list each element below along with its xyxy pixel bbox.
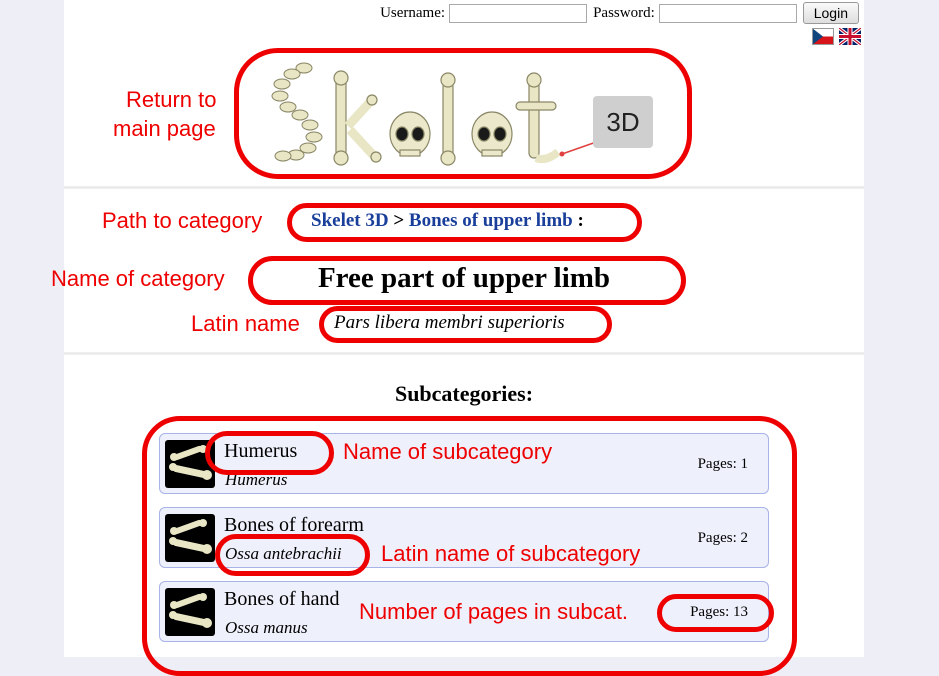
subcategory-name[interactable]: Bones of forearm: [224, 514, 364, 537]
bone-t-icon: [515, 72, 561, 164]
skull-icon-2: [471, 111, 513, 157]
breadcrumb: Skelet 3D > Bones of upper limb :: [311, 210, 584, 232]
bone-k-icon: [333, 70, 382, 166]
username-input[interactable]: [449, 3, 588, 23]
annotation-return-line1: Return to: [126, 87, 217, 112]
bones-thumbnail-icon: [165, 440, 215, 488]
annotation-path: Path to category: [102, 208, 263, 233]
annotation-page-count: Number of pages in subcat.: [359, 599, 629, 624]
bone-l-icon: [440, 72, 456, 166]
uk-flag-icon[interactable]: [839, 28, 861, 45]
annotation-subcategory-latin: Latin name of subcategory: [381, 541, 641, 566]
bones-thumbnail-icon: [165, 514, 215, 562]
login-button[interactable]: Login: [802, 2, 859, 24]
category-latin-name: Pars libera membri superioris: [334, 312, 565, 333]
subcategory-latin-name: Ossa antebrachii: [225, 544, 342, 563]
divider: [64, 186, 864, 189]
password-label: Password:: [593, 4, 655, 21]
bones-thumbnail-icon: [165, 588, 215, 636]
annotation-category-name: Name of category: [51, 266, 225, 291]
breadcrumb-separator: >: [393, 210, 405, 231]
subcategory-page-count: Pages: 2: [697, 530, 748, 546]
subcategory-latin-name: Humerus: [225, 470, 288, 489]
subcategory-page-count: Pages: 1: [697, 456, 748, 472]
divider-2: [64, 352, 864, 355]
breadcrumb-tail: :: [572, 210, 584, 231]
logo-3d-badge: 3D: [593, 96, 653, 148]
breadcrumb-parent-link[interactable]: Bones of upper limb: [409, 210, 573, 231]
vertebra-s-icon: [271, 62, 323, 162]
password-input[interactable]: [658, 3, 797, 23]
language-switcher: [812, 28, 861, 45]
skull-icon: [389, 111, 431, 157]
subcategory-name[interactable]: Bones of hand: [224, 588, 340, 611]
czech-flag-icon[interactable]: [812, 28, 834, 45]
annotation-latin-name: Latin name: [191, 311, 300, 336]
breadcrumb-root-link[interactable]: Skelet 3D: [311, 210, 389, 231]
subcategory-page-count: Pages: 13: [690, 604, 748, 620]
subcategory-latin-name: Ossa manus: [225, 618, 308, 637]
subcategory-name[interactable]: Humerus: [224, 440, 297, 463]
annotation-subcategory-name: Name of subcategory: [343, 439, 553, 464]
subcategories-heading: Subcategories:: [394, 381, 534, 406]
login-bar: Username: Password: Login: [380, 2, 859, 24]
annotation-return-line2: main page: [113, 116, 216, 141]
pointer-dot: [559, 151, 565, 157]
username-label: Username:: [380, 4, 446, 21]
